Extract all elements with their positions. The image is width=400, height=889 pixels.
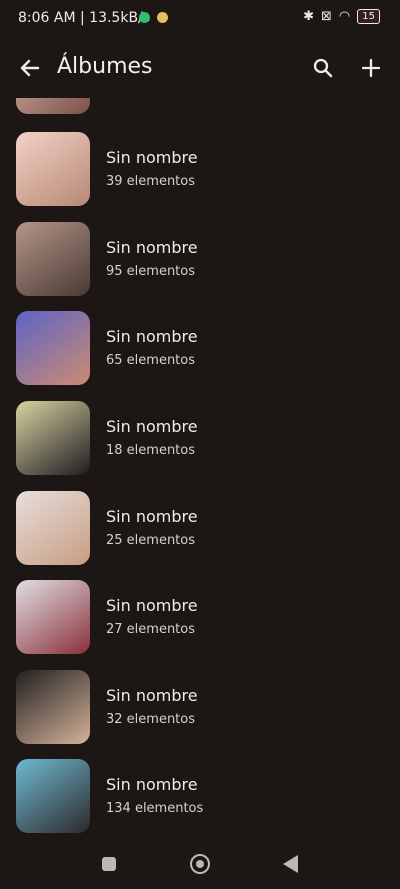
album-name: Sin nombre	[106, 596, 198, 615]
album-name: Sin nombre	[106, 238, 198, 257]
album-count: 32 elementos	[106, 712, 196, 727]
album-count: 134 elementos	[106, 801, 204, 816]
status-bar: 8:06 AM | 13.5kB/s ✱ ⊠ ◠ 15	[0, 0, 400, 36]
page-title: Álbumes	[57, 54, 153, 79]
app-bar: Álbumes	[0, 44, 400, 92]
coin-notification-icon	[157, 12, 168, 23]
album-name: Sin nombre	[106, 775, 198, 794]
album-name: Sin nombre	[106, 686, 198, 705]
album-item[interactable]: Sin nombre 95 elementos	[0, 222, 400, 296]
album-thumbnail	[16, 580, 90, 654]
album-count: 65 elementos	[106, 353, 196, 368]
app-notification-icon	[139, 12, 150, 23]
status-icons: ✱ ⊠ ◠ 15	[303, 9, 380, 24]
album-count: 18 elementos	[106, 443, 196, 458]
add-album-button[interactable]	[357, 54, 385, 82]
album-name: Sin nombre	[106, 327, 198, 346]
album-list[interactable]: Sin nombre 39 elementos Sin nombre 95 el…	[0, 98, 400, 835]
album-thumbnail	[16, 491, 90, 565]
bluetooth-icon: ✱	[303, 9, 315, 24]
partial-album-thumbnail[interactable]	[16, 98, 90, 114]
album-item[interactable]: Sin nombre 25 elementos	[0, 491, 400, 565]
album-item[interactable]: Sin nombre 32 elementos	[0, 670, 400, 744]
recents-square-icon[interactable]	[102, 857, 116, 871]
search-button[interactable]	[309, 54, 337, 82]
album-name: Sin nombre	[106, 507, 198, 526]
back-triangle-icon[interactable]	[283, 855, 298, 873]
album-thumbnail	[16, 401, 90, 475]
album-item[interactable]: Sin nombre 65 elementos	[0, 311, 400, 385]
album-name: Sin nombre	[106, 148, 198, 167]
system-navigation-bar	[0, 837, 400, 889]
back-arrow-icon	[20, 59, 40, 77]
album-count: 25 elementos	[106, 533, 196, 548]
album-count: 39 elementos	[106, 174, 196, 189]
album-thumbnail	[16, 759, 90, 833]
add-icon	[361, 58, 381, 78]
album-item[interactable]: Sin nombre 27 elementos	[0, 580, 400, 654]
album-item[interactable]: Sin nombre 39 elementos	[0, 132, 400, 206]
back-button[interactable]	[16, 54, 44, 82]
home-circle-icon[interactable]	[190, 854, 210, 874]
album-thumbnail	[16, 222, 90, 296]
battery-icon: 15	[357, 9, 380, 24]
album-thumbnail	[16, 132, 90, 206]
album-item[interactable]: Sin nombre 134 elementos	[0, 759, 400, 833]
search-icon	[313, 58, 333, 78]
album-name: Sin nombre	[106, 417, 198, 436]
album-thumbnail	[16, 670, 90, 744]
album-count: 27 elementos	[106, 622, 196, 637]
album-thumbnail	[16, 311, 90, 385]
album-item[interactable]: Sin nombre 18 elementos	[0, 401, 400, 475]
sim-off-icon: ⊠	[321, 9, 332, 24]
status-time: 8:06 AM | 13.5kB/s	[18, 10, 151, 26]
album-count: 95 elementos	[106, 264, 196, 279]
wifi-icon: ◠	[338, 9, 351, 24]
